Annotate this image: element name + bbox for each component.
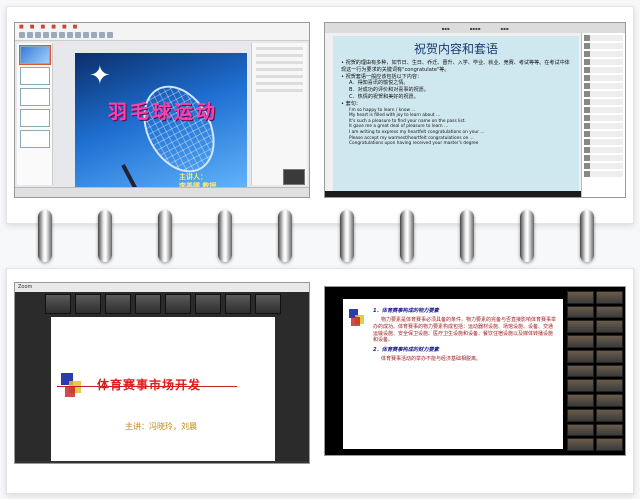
zoom-window-title: Zoom: [15, 283, 309, 292]
spiral-ring: [38, 210, 52, 262]
taskbar: [325, 191, 581, 197]
spiral-ring: [520, 210, 534, 262]
shuttlecock-icon: ✦: [89, 61, 111, 91]
spiral-ring: [460, 210, 474, 262]
webcam-thumbnail: [283, 169, 305, 185]
participant-video: [105, 294, 131, 314]
slide-thumbnail: [20, 130, 50, 148]
zoom-meeting-screenshot: Zoom 体育赛事市场开发 主讲：冯晓玲，刘晨: [14, 282, 310, 464]
ppt-ribbon: ■ ■ ■ ■ ■ ■: [15, 23, 309, 41]
meeting-toolbar: ▪▪▪ ▪▪▪▪ ▪▪▪: [325, 23, 625, 33]
slide-canvas: ✦ 羽毛球运动 主讲人： 李美娜 教授: [75, 53, 247, 195]
presenter-credit: 主讲：冯晓玲，刘晨: [125, 422, 197, 431]
slide-thumbnail: [19, 45, 51, 65]
participant-video: [225, 294, 251, 314]
decor-square: [65, 387, 75, 397]
slide-paragraph: 体育赛事活动的举办不能与经济基础相脱离。: [381, 356, 482, 363]
lecture-slide: 祝贺内容和套语 • 祝贺的理由有多种，如节日、生日、乔迁、晋升、入学、毕业、就业…: [333, 36, 579, 193]
spiral-ring: [218, 210, 232, 262]
video-gallery: [567, 291, 623, 451]
zoom-controls-bar: [15, 461, 309, 463]
slide-thumbnail: [20, 109, 50, 127]
participant-video: [165, 294, 191, 314]
photo-collage: ■ ■ ■ ■ ■ ■ ✦ 羽毛球运动 主讲人： 李美娜 教授 ▪▪▪ ▪▪▪▪…: [0, 0, 640, 499]
participant-video: [135, 294, 161, 314]
spiral-ring: [278, 210, 292, 262]
spiral-ring: [580, 210, 594, 262]
participant-list: [581, 33, 625, 197]
ppt-toolbar: [15, 31, 309, 39]
slide-title: 羽毛球运动: [107, 101, 218, 123]
racket-icon: [129, 73, 229, 185]
slide-heading: 1．体育赛事构成的物力要素: [373, 308, 439, 314]
status-bar: [15, 187, 309, 197]
ppt-ribbon-tabs: ■ ■ ■ ■ ■ ■: [19, 24, 78, 30]
gallery-meeting-screenshot: 1．体育赛事构成的物力要素 物力要素是体育赛事必须具备的条件。物力要素的完备与否…: [324, 286, 626, 456]
spiral-ring: [340, 210, 354, 262]
shared-slide: 1．体育赛事构成的物力要素 物力要素是体育赛事必须具备的条件。物力要素的完备与否…: [343, 299, 563, 449]
slide-thumbnail: [20, 88, 50, 106]
spiral-ring: [158, 210, 172, 262]
slide-thumbnail-pane: [17, 43, 53, 185]
ppt-editor-screenshot: ■ ■ ■ ■ ■ ■ ✦ 羽毛球运动 主讲人： 李美娜 教授: [14, 22, 310, 198]
slide-heading: 2．体育赛事构成的财力要素: [373, 347, 439, 354]
participant-video: [75, 294, 101, 314]
slide-body: • 祝贺的理由有多种，如节日、生日、乔迁、晋升、入学、毕业、就业、竞赛、考试等等…: [341, 60, 570, 147]
slide-title: 祝贺内容和套语: [413, 42, 498, 56]
decor-squares: [349, 309, 365, 326]
spiral-ring: [98, 210, 112, 262]
participant-video: [255, 294, 281, 314]
online-lecture-screenshot: ▪▪▪ ▪▪▪▪ ▪▪▪ 祝贺内容和套语 • 祝贺的理由有多种，如节日、生日、乔迁、…: [324, 22, 626, 198]
properties-pane: [251, 43, 307, 185]
spiral-ring: [400, 210, 414, 262]
slide-title: 体育赛事市场开发: [97, 378, 202, 392]
slide-paragraph: 物力要素是体育赛事必须具备的条件。物力要素的完备与否直接影响体育赛事举办的成功。…: [373, 317, 557, 344]
shared-slide: 体育赛事市场开发 主讲：冯晓玲，刘晨: [51, 317, 275, 463]
participant-video: [45, 294, 71, 314]
slide-thumbnail: [20, 67, 50, 85]
participant-video: [195, 294, 221, 314]
